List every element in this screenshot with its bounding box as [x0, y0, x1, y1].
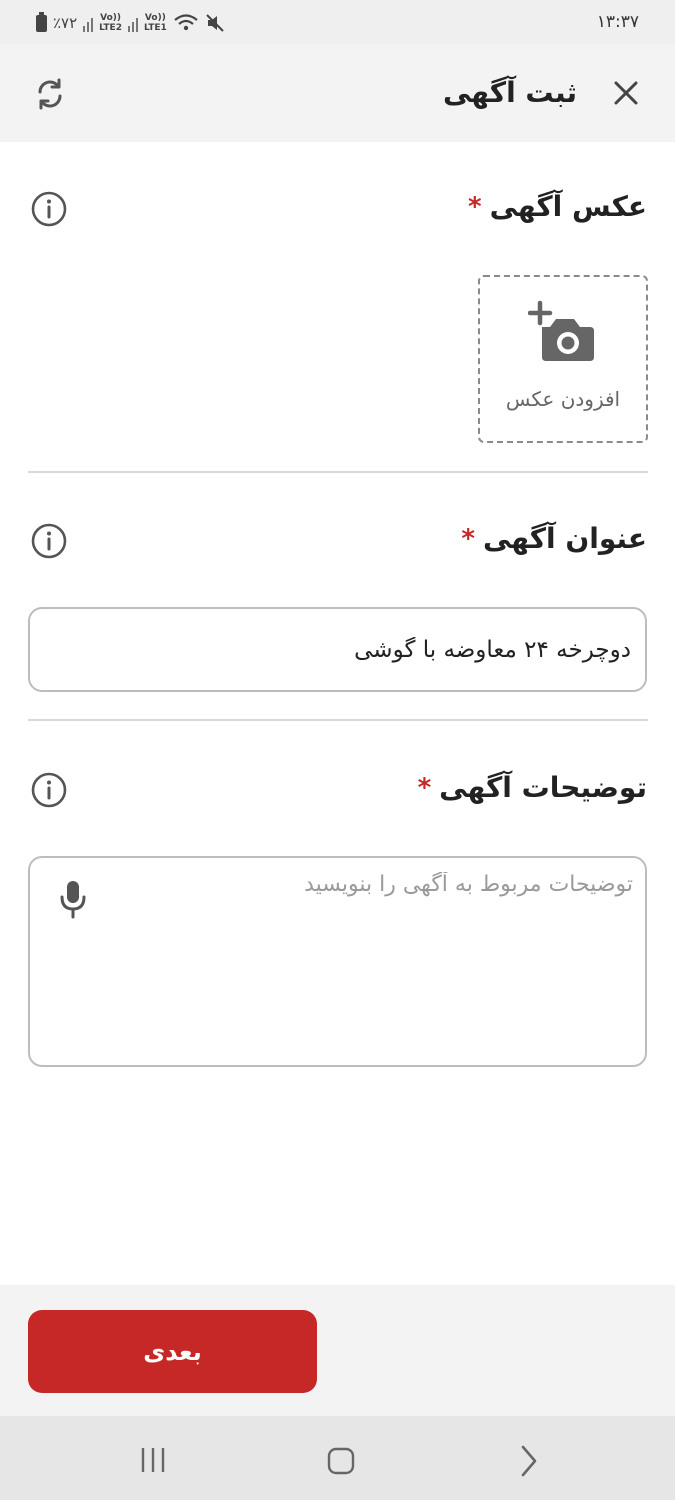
- add-photo-label: افزودن عکس: [505, 387, 621, 411]
- sim2-label: LTE2: [99, 23, 122, 33]
- system-nav-bar: [0, 1416, 675, 1500]
- required-mark: *: [467, 191, 482, 222]
- back-icon[interactable]: [516, 1444, 542, 1478]
- description-field[interactable]: [28, 856, 647, 1067]
- page-title: ثبت آگهی: [442, 76, 577, 109]
- add-photo-icon: [528, 300, 594, 361]
- recent-apps-icon[interactable]: [138, 1446, 168, 1474]
- bottom-action-bar: بعدی: [0, 1285, 675, 1416]
- info-icon[interactable]: [30, 771, 68, 809]
- battery-level: ٪۷۲: [53, 14, 78, 32]
- signal-icon: [83, 14, 94, 32]
- battery-icon: [36, 11, 47, 32]
- title-section-label: عنوان آگهی *: [461, 522, 647, 555]
- divider: [28, 471, 648, 473]
- title-label-text: عنوان آگهی: [482, 522, 647, 555]
- status-bar: ٪۷۲ Vo)) LTE2 Vo)) LTE1 ۱۳:۳۷: [0, 0, 675, 44]
- divider: [28, 719, 648, 721]
- microphone-icon[interactable]: [54, 878, 92, 920]
- volte-label: Vo)): [100, 13, 122, 23]
- volte-label: Vo)): [144, 13, 166, 23]
- home-icon[interactable]: [326, 1446, 356, 1476]
- photo-section-label: عکس آگهی *: [468, 190, 647, 223]
- sim2-indicator: Vo)) LTE2: [99, 13, 122, 33]
- description-textarea[interactable]: [110, 872, 633, 1051]
- close-icon[interactable]: [611, 78, 641, 108]
- add-photo-button[interactable]: افزودن عکس: [478, 275, 648, 443]
- mute-icon: [206, 14, 224, 32]
- sim1-label: LTE1: [143, 23, 167, 33]
- ad-title-input[interactable]: [28, 607, 647, 692]
- next-button[interactable]: بعدی: [28, 1310, 317, 1393]
- description-section-label: توضیحات آگهی *: [418, 771, 647, 804]
- required-mark: *: [461, 523, 475, 554]
- status-icons: ٪۷۲ Vo)) LTE2 Vo)) LTE1: [36, 10, 225, 36]
- info-icon[interactable]: [30, 522, 68, 560]
- signal-icon: [127, 14, 138, 32]
- info-icon[interactable]: [30, 190, 68, 228]
- clock: ۱۳:۳۷: [596, 12, 639, 32]
- photo-label-text: عکس آگهی: [489, 190, 647, 223]
- wifi-icon: [174, 14, 198, 31]
- refresh-icon[interactable]: [32, 76, 68, 112]
- description-label-text: توضیحات آگهی: [439, 771, 647, 804]
- sim1-indicator: Vo)) LTE1: [144, 13, 167, 33]
- required-mark: *: [417, 772, 432, 803]
- app-header: ثبت آگهی: [0, 44, 675, 142]
